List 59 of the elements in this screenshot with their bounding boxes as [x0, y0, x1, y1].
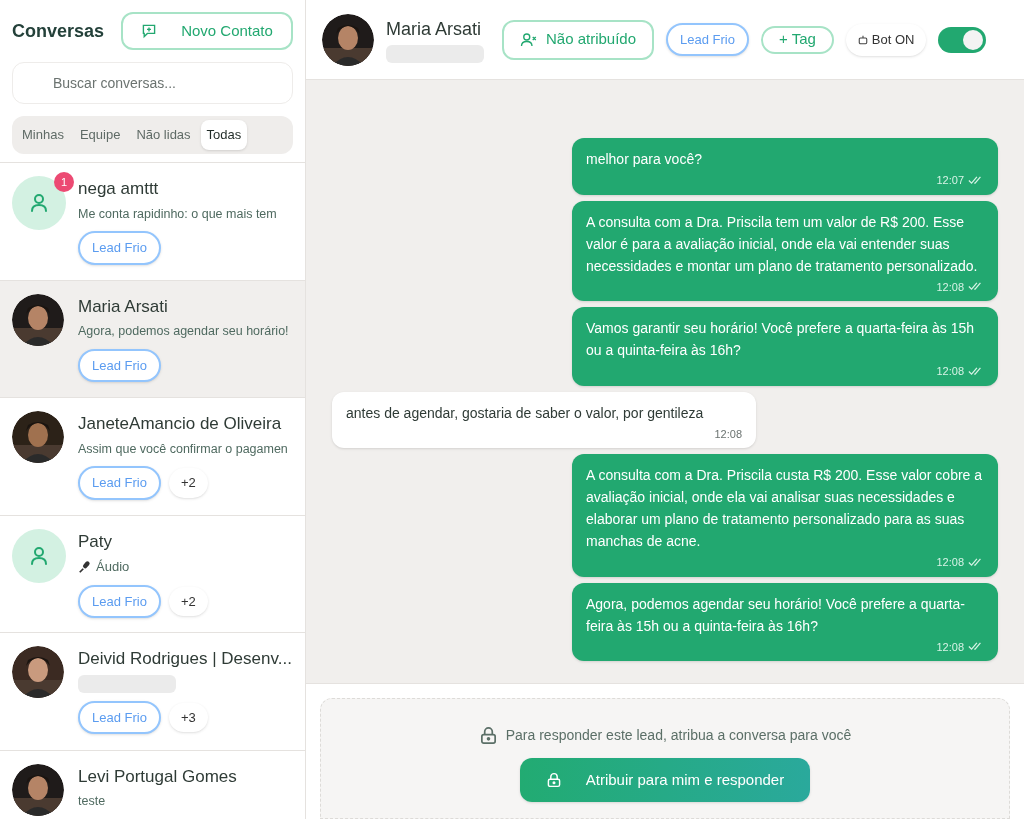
tag-chip[interactable]: Lead Frio — [78, 584, 161, 618]
filter-tab[interactable]: Minhas — [16, 120, 70, 150]
user-x-icon — [520, 30, 538, 49]
tag-chip[interactable]: Lead Frio — [78, 700, 161, 734]
contact-name: nega amttt — [78, 178, 160, 200]
message-time: 12:08 — [936, 279, 964, 295]
message-text: A consulta com a Dra. Priscila tem um valor de R$ 200. Esse valor é para a avaliação inicial, onde ela vai entender suas necessidades e montar um plano de tratamento personalizado. — [586, 212, 979, 276]
assign-status-button[interactable]: Não atribuído — [502, 19, 655, 60]
tag-chip[interactable]: Lead Frio — [78, 348, 161, 383]
double-check-icon — [968, 366, 984, 376]
lock-icon — [545, 772, 562, 788]
tag-chip[interactable]: Lead Frio — [666, 22, 749, 57]
conversation-item[interactable]: Maria Arsati Agora, podemos agendar seu horário! Lead Frio — [0, 280, 305, 398]
sidebar-title: Conversas — [12, 19, 105, 43]
message-preview: Me conta rapidinho: o que mais tem — [78, 205, 277, 223]
filter-tab[interactable]: Equipe — [73, 120, 127, 150]
bot-toggle[interactable] — [938, 26, 987, 53]
contact-name: Levi Portugal Gomes — [78, 765, 237, 788]
double-check-icon — [968, 642, 984, 652]
assign-and-reply-button[interactable]: Atribuir para mim e responder — [520, 758, 810, 802]
filter-tab[interactable]: Todas — [200, 120, 248, 150]
contact-name: Paty — [78, 530, 114, 553]
message-time: 12:08 — [936, 555, 964, 570]
more-tags-chip[interactable]: +3 — [168, 702, 208, 732]
message-text: Agora, podemos agendar seu horário! Você prefere a quarta-feira às 15h ou a quinta-feira às 16h? — [586, 594, 967, 636]
message-text: melhor para você? — [586, 150, 703, 169]
bot-status-button[interactable]: Bot ON — [845, 23, 927, 56]
message-text: A consulta com a Dra. Priscila custa R$ 200. Esse valor cobre a avaliação inicial, onde ela vai analisar suas necessidades e elaborar um plano de tratamento personalizado para as suas manchas de acne. — [586, 466, 984, 551]
double-check-icon — [968, 557, 984, 567]
contact-name: Maria Arsati — [78, 295, 169, 318]
lock-notice: Para responder este lead, atribua a conversa para você — [505, 726, 852, 745]
message-text: antes de agendar, gostaria de saber o valor, por gentileza — [346, 403, 705, 423]
double-check-icon — [968, 175, 984, 185]
message-time: 12:08 — [936, 364, 964, 379]
tag-chip[interactable]: Lead Frio — [78, 466, 161, 500]
contact-name: Deivid Rodrigues | Desenv... — [78, 648, 292, 670]
unread-badge: 1 — [54, 172, 74, 192]
message-preview: Áudio — [96, 558, 130, 576]
message-preview: Assim que você confirmar o pagamen — [78, 440, 288, 458]
lock-icon — [478, 726, 498, 745]
filter-tab[interactable]: Não lidas — [130, 120, 197, 150]
contact-name: JaneteAmancio de Oliveira — [78, 413, 283, 435]
message-preview: Agora, podemos agendar seu horário! — [78, 323, 289, 340]
message-time: 12:08 — [936, 639, 964, 655]
double-check-icon — [968, 282, 984, 292]
robot-icon — [857, 34, 868, 45]
message-time: 12:08 — [714, 426, 742, 442]
search-field[interactable]: Buscar conversas... — [12, 62, 293, 104]
message-time: 12:07 — [936, 173, 964, 188]
chat-plus-icon — [141, 23, 158, 39]
message-preview: teste — [78, 793, 107, 810]
add-tag-button[interactable]: + Tag — [761, 25, 834, 54]
message-text: Vamos garantir seu horário! Você prefere a quarta-feira às 15h ou a quinta-feira às 16h? — [586, 319, 976, 360]
tag-chip[interactable]: Lead Frio — [78, 231, 161, 265]
more-tags-chip[interactable]: +2 — [168, 468, 208, 498]
microphone-icon — [78, 559, 92, 574]
new-contact-button[interactable]: Novo Contato — [121, 12, 293, 50]
contact-name: Maria Arsati — [386, 18, 483, 41]
more-tags-chip[interactable]: +2 — [168, 586, 208, 616]
